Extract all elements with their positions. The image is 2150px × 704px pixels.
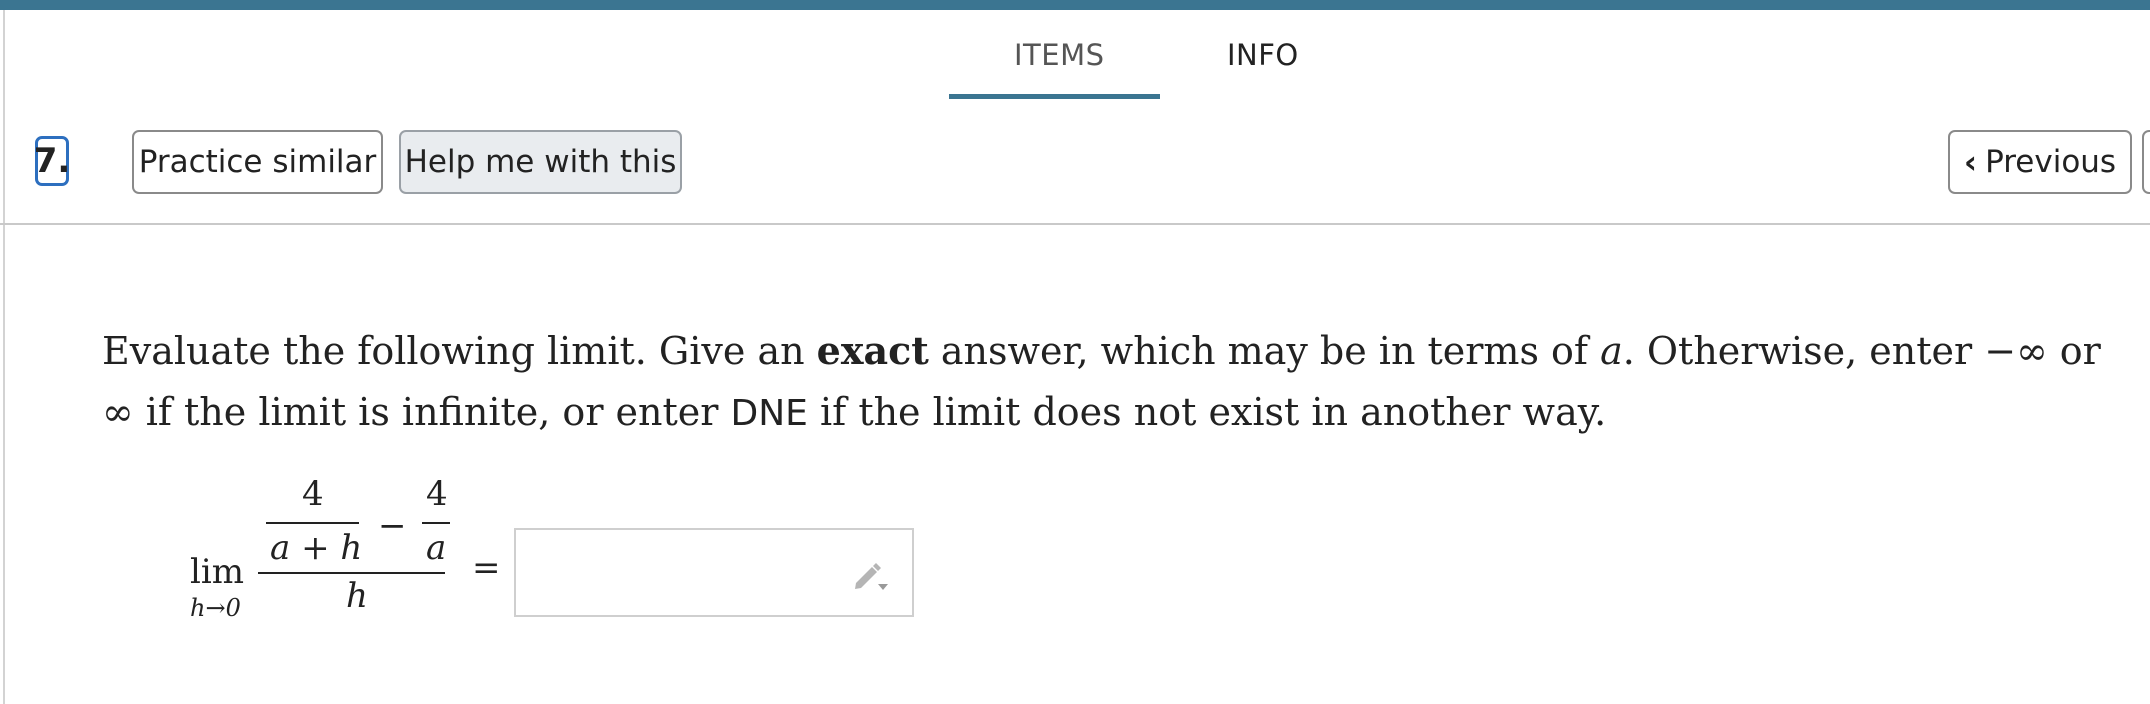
question-text-part: Evaluate the following limit. Give an — [102, 329, 817, 373]
denominator-1: a + h — [270, 528, 363, 568]
help-me-button[interactable]: Help me with this — [399, 130, 682, 194]
tab-items[interactable]: ITEMS — [1014, 38, 1105, 72]
question-text-part: if the limit does not exist in another w… — [807, 390, 1607, 434]
equals-sign: = — [472, 548, 501, 588]
top-accent-bar — [0, 0, 2150, 10]
practice-similar-button[interactable]: Practice similar — [132, 130, 383, 194]
minus-sign: − — [378, 506, 407, 546]
pencil-icon[interactable] — [850, 557, 892, 593]
question-variable: a — [1600, 329, 1623, 373]
question-number[interactable]: 7. — [34, 136, 70, 186]
question-toolbar: 7. Practice similar Help me with this ‹ … — [0, 100, 2150, 225]
main-denominator: h — [346, 576, 368, 616]
dne-keyword: DNE — [730, 393, 808, 434]
denominator-2: a — [426, 528, 447, 568]
tab-info[interactable]: INFO — [1227, 38, 1299, 72]
tab-bar: ITEMS INFO — [0, 10, 2150, 100]
previous-button[interactable]: ‹ Previous — [1948, 130, 2132, 194]
chevron-left-icon: ‹ — [1963, 143, 1978, 181]
fraction-bar — [422, 522, 450, 524]
previous-label: Previous — [1985, 144, 2117, 180]
lim-subscript: h→0 — [190, 594, 241, 622]
active-tab-indicator — [949, 94, 1160, 99]
next-button[interactable] — [2142, 130, 2150, 194]
numerator-2: 4 — [426, 474, 448, 514]
question-emphasis: exact — [816, 328, 929, 373]
numerator-1: 4 — [302, 474, 324, 514]
question-text-part: answer, which may be in terms of — [928, 329, 1601, 373]
main-fraction-bar — [258, 572, 445, 574]
fraction-bar — [266, 522, 359, 524]
question-text: Evaluate the following limit. Give an ex… — [102, 320, 2112, 444]
lim-operator: lim — [190, 552, 244, 592]
